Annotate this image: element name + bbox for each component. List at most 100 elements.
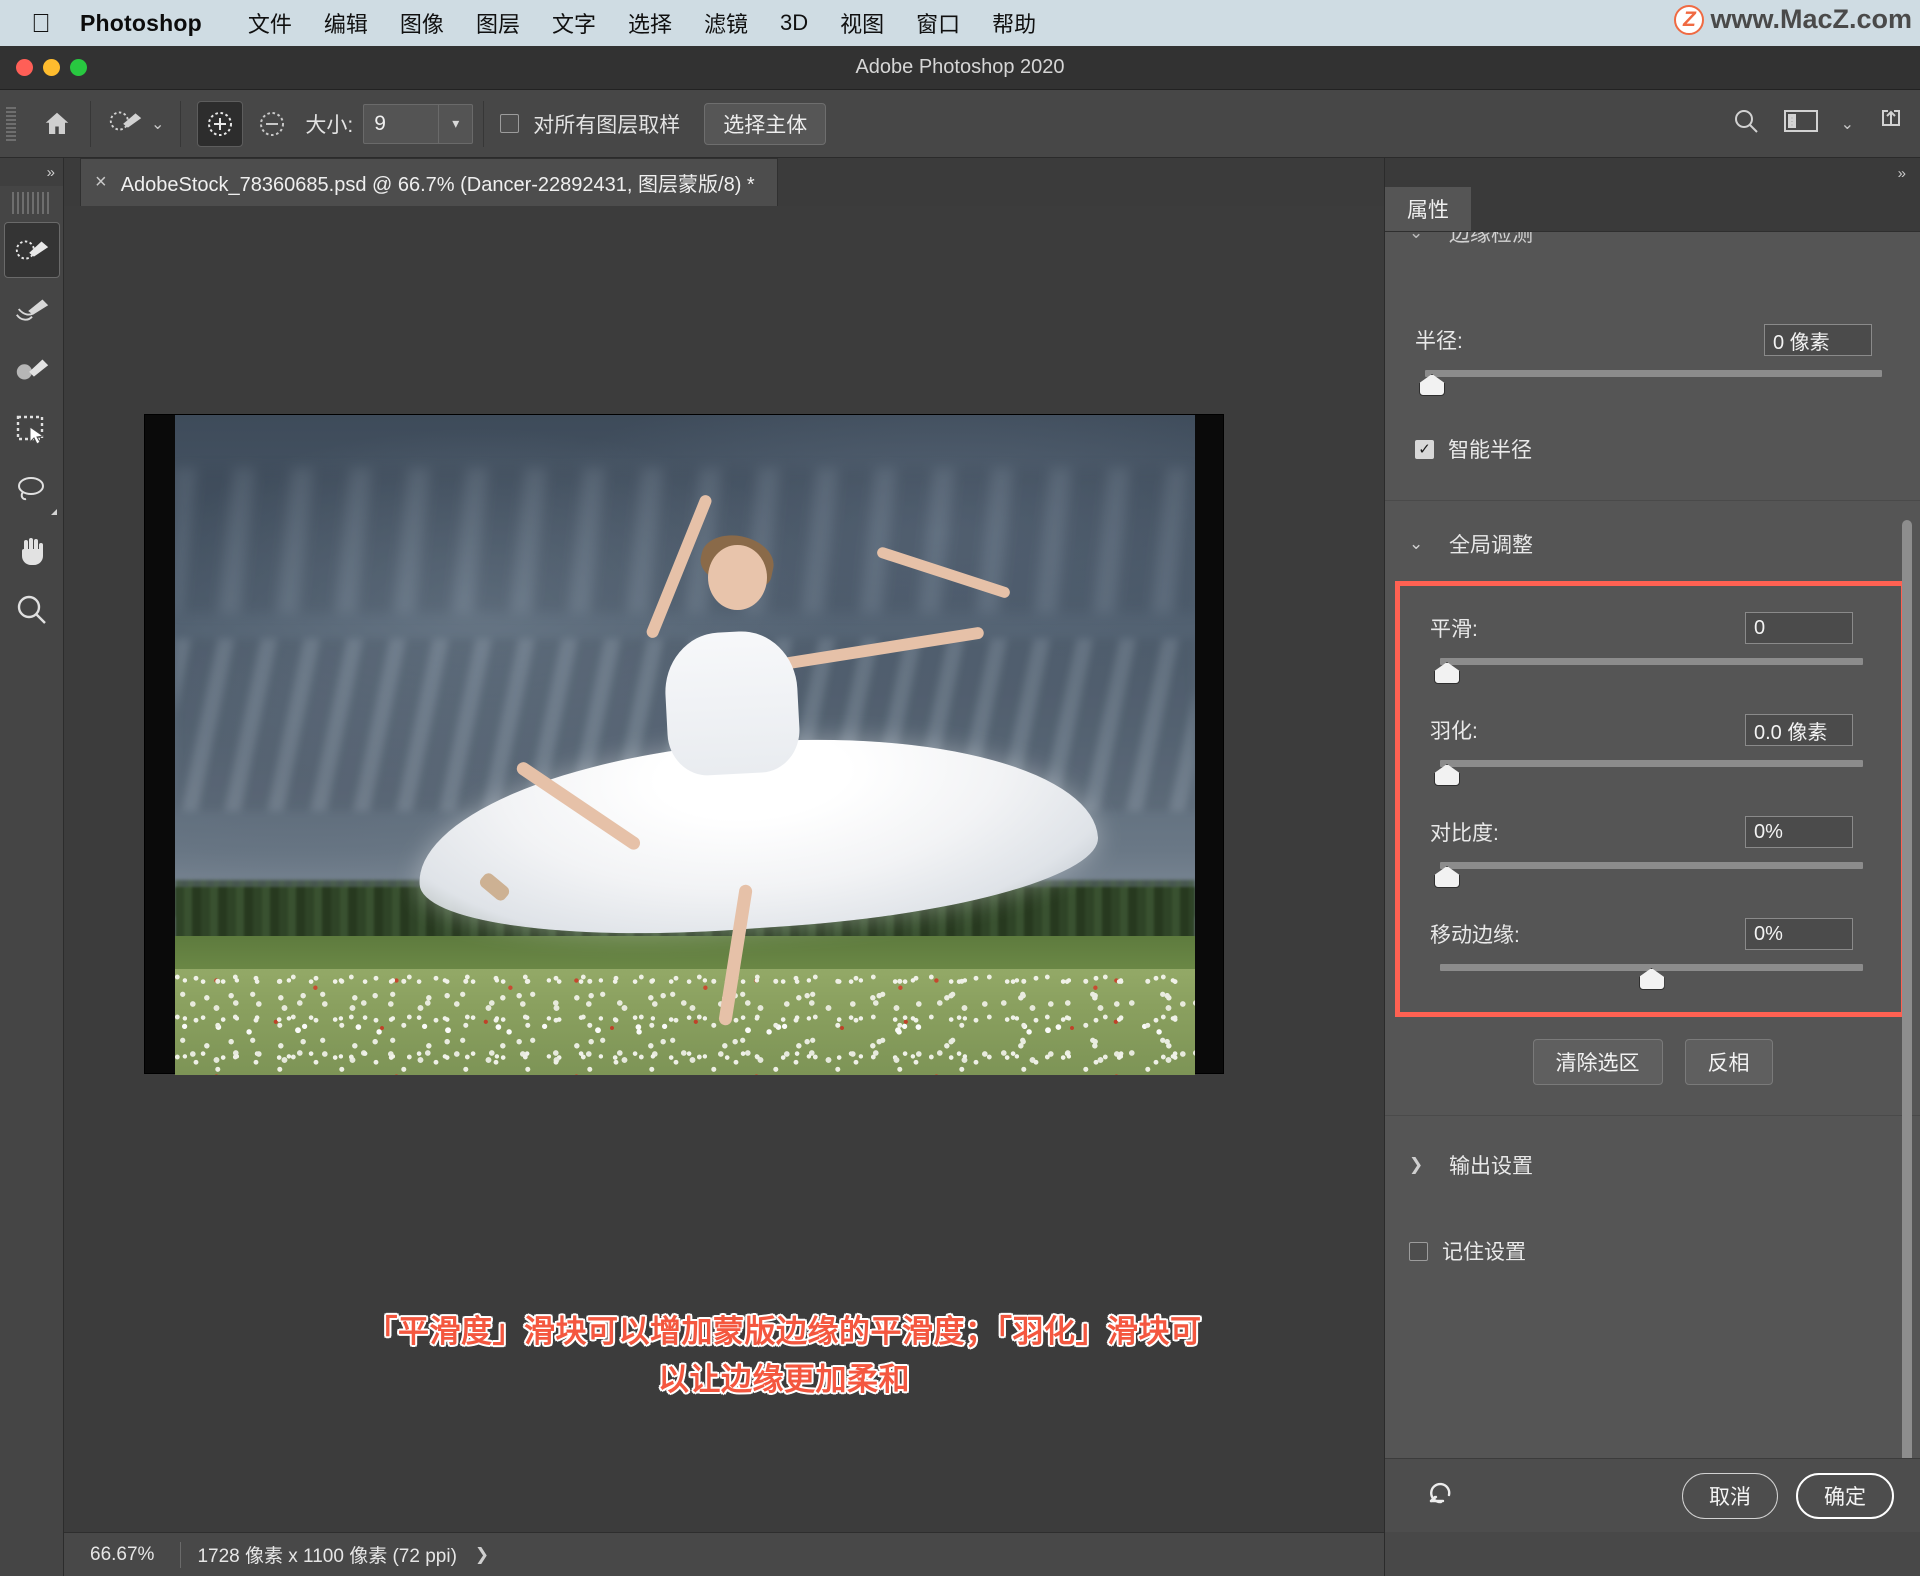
- select-subject-button[interactable]: 选择主体: [704, 102, 827, 145]
- menu-item-filter[interactable]: 滤镜: [688, 7, 764, 39]
- contrast-slider-knob[interactable]: [1434, 866, 1460, 888]
- menu-item-window[interactable]: 窗口: [900, 7, 976, 39]
- menu-item-type[interactable]: 文字: [536, 7, 612, 39]
- menu-app-name[interactable]: Photoshop: [80, 10, 202, 37]
- section-output-settings-header[interactable]: ❯ 输出设置: [1385, 1116, 1920, 1190]
- options-bar-grip[interactable]: [6, 106, 16, 141]
- properties-panel: » 属性 ⌄ 边缘检测 半径: 0 像素 ✓ 智能半径 ⌄ 全局调整 平滑: 0…: [1384, 158, 1920, 1576]
- feather-input[interactable]: 0.0 像素: [1745, 714, 1853, 746]
- remember-settings-row[interactable]: 记住设置: [1385, 1236, 1920, 1266]
- sample-all-layers-checkbox[interactable]: [500, 114, 520, 133]
- status-zoom-level[interactable]: 66.67%: [64, 1544, 180, 1566]
- contrast-input[interactable]: 0%: [1745, 816, 1853, 848]
- sidebar-item-zoom-tool[interactable]: [4, 582, 60, 638]
- menu-item-view[interactable]: 视图: [824, 7, 900, 39]
- smooth-slider-track[interactable]: [1440, 658, 1863, 665]
- share-icon[interactable]: [1876, 106, 1906, 141]
- shift-edge-slider-knob[interactable]: [1638, 968, 1665, 990]
- status-dimensions-group[interactable]: 1728 像素 x 1100 像素 (72 ppi) ❯: [181, 1541, 505, 1568]
- chevron-down-icon[interactable]: ⌄: [151, 114, 164, 134]
- search-icon[interactable]: [1731, 106, 1761, 141]
- feather-slider-knob[interactable]: [1434, 764, 1460, 786]
- minimize-window-button[interactable]: [43, 59, 60, 76]
- window-title: Adobe Photoshop 2020: [855, 56, 1065, 78]
- smooth-input[interactable]: 0: [1745, 612, 1853, 644]
- clear-selection-button[interactable]: 清除选区: [1532, 1039, 1663, 1085]
- workspace-switcher-icon[interactable]: [1783, 108, 1819, 139]
- tools-panel-grip[interactable]: [12, 192, 51, 214]
- brush-size-input[interactable]: [364, 104, 439, 143]
- properties-footer: 取消 确定: [1385, 1458, 1920, 1532]
- maximize-window-button[interactable]: [70, 59, 87, 76]
- shift-edge-row: 移动边缘: 0%: [1400, 918, 1901, 950]
- radius-slider-knob[interactable]: [1419, 374, 1445, 396]
- annotation-line-1: 「平滑度」滑块可以增加蒙版边缘的平滑度；「羽化」滑块可: [366, 1314, 1202, 1349]
- chevron-down-icon[interactable]: ⌄: [1409, 232, 1423, 243]
- invert-button[interactable]: 反相: [1684, 1039, 1773, 1085]
- properties-scrollbar-track[interactable]: [1902, 240, 1916, 1458]
- smooth-slider-knob[interactable]: [1434, 662, 1460, 684]
- brush-size-label: 大小:: [305, 113, 354, 137]
- tab-properties[interactable]: 属性: [1385, 187, 1471, 231]
- apple-logo-icon[interactable]: : [30, 10, 52, 36]
- smart-radius-checkbox[interactable]: ✓: [1415, 439, 1434, 459]
- selection-actions: 清除选区 反相: [1385, 1039, 1920, 1085]
- shift-edge-slider[interactable]: [1432, 960, 1871, 994]
- menu-item-layer[interactable]: 图层: [460, 7, 536, 39]
- menu-item-help[interactable]: 帮助: [976, 7, 1052, 39]
- section-edge-detection-header[interactable]: ⌄ 边缘检测: [1385, 232, 1920, 262]
- sidebar-item-object-selection-tool[interactable]: [4, 402, 60, 458]
- watermark: Z www.MacZ.com: [1674, 4, 1912, 35]
- status-expand-icon[interactable]: ❯: [475, 1545, 489, 1565]
- chevron-down-icon[interactable]: ⌄: [1409, 534, 1423, 554]
- shift-edge-input[interactable]: 0%: [1745, 918, 1853, 950]
- chevron-right-icon[interactable]: ❯: [1409, 1155, 1423, 1175]
- menu-item-image[interactable]: 图像: [384, 7, 460, 39]
- close-window-button[interactable]: [16, 59, 33, 76]
- mac-menu-bar:  Photoshop 文件 编辑 图像 图层 文字 选择 滤镜 3D 视图 窗…: [0, 0, 1920, 46]
- home-icon[interactable]: [34, 101, 80, 147]
- brush-preset-icon[interactable]: [107, 104, 145, 143]
- cancel-button[interactable]: 取消: [1682, 1472, 1778, 1519]
- remember-settings-checkbox[interactable]: [1409, 1241, 1428, 1261]
- document-tab[interactable]: × AdobeStock_78360685.psd @ 66.7% (Dance…: [80, 158, 778, 206]
- smart-radius-row[interactable]: ✓ 智能半径: [1385, 434, 1920, 464]
- menu-item-edit[interactable]: 编辑: [308, 7, 384, 39]
- menu-item-select[interactable]: 选择: [612, 7, 688, 39]
- artboard[interactable]: [144, 414, 1224, 1075]
- canvas-area[interactable]: 「平滑度」滑块可以增加蒙版边缘的平滑度；「羽化」滑块可 以让边缘更加柔和: [64, 206, 1384, 1532]
- brush-size-dropdown-icon[interactable]: ▾: [438, 104, 472, 143]
- properties-scrollbar-thumb[interactable]: [1902, 520, 1912, 1458]
- contrast-slider-track[interactable]: [1440, 862, 1863, 869]
- options-divider-2: [180, 100, 182, 147]
- sidebar-item-lasso-tool[interactable]: [4, 462, 60, 518]
- add-to-selection-icon[interactable]: [197, 100, 244, 147]
- options-divider-1: [90, 100, 91, 147]
- sidebar-item-quick-selection-tool[interactable]: [3, 222, 60, 278]
- contrast-slider[interactable]: [1432, 858, 1871, 892]
- reset-icon[interactable]: [1423, 1477, 1457, 1514]
- window-title-bar: Adobe Photoshop 2020: [0, 46, 1920, 90]
- sidebar-item-hand-tool[interactable]: [4, 522, 60, 578]
- menu-item-file[interactable]: 文件: [232, 7, 308, 39]
- section-global-adjustments-header[interactable]: ⌄ 全局调整: [1385, 501, 1920, 565]
- sidebar-item-refine-edge-brush-tool[interactable]: [4, 282, 60, 338]
- tools-collapse-button[interactable]: »: [0, 158, 63, 186]
- smooth-slider[interactable]: [1432, 654, 1871, 688]
- sample-all-layers-row[interactable]: 对所有图层取样: [500, 109, 690, 139]
- radius-slider[interactable]: [1417, 366, 1890, 400]
- subtract-from-selection-icon[interactable]: [249, 101, 295, 147]
- brush-size-field[interactable]: ▾: [363, 103, 474, 144]
- radius-input[interactable]: 0 像素: [1764, 324, 1872, 356]
- feather-slider[interactable]: [1432, 756, 1871, 790]
- feather-slider-track[interactable]: [1440, 760, 1863, 767]
- radius-slider-track[interactable]: [1425, 370, 1882, 377]
- properties-collapse-button[interactable]: »: [1385, 158, 1920, 188]
- close-tab-icon[interactable]: ×: [95, 171, 107, 194]
- ok-button[interactable]: 确定: [1796, 1472, 1894, 1519]
- watermark-badge-icon: Z: [1674, 4, 1705, 35]
- sidebar-item-brush-tool[interactable]: [4, 342, 60, 398]
- tool-preset-picker[interactable]: ⌄: [101, 104, 170, 143]
- workspace-chevron-down-icon[interactable]: ⌄: [1841, 114, 1854, 134]
- menu-item-3d[interactable]: 3D: [764, 10, 824, 36]
